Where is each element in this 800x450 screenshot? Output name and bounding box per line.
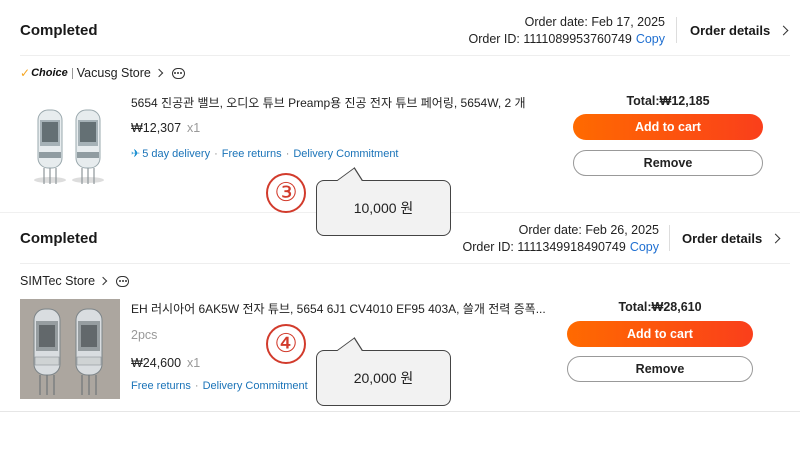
remove-button[interactable]: Remove xyxy=(573,150,763,176)
check-icon: ✓ xyxy=(20,66,31,80)
airplane-icon: ✈ xyxy=(131,148,141,160)
order-details-label: Order details xyxy=(682,231,763,246)
order-details-link[interactable]: Order details xyxy=(682,231,781,246)
order-total: Total:₩28,610 xyxy=(618,300,702,314)
order-status: Completed xyxy=(20,22,98,39)
chevron-right-icon xyxy=(98,276,108,286)
chat-icon[interactable] xyxy=(116,275,130,287)
store-link[interactable]: SIMTec Store xyxy=(20,274,130,288)
order-date: Order date: Feb 17, 2025 xyxy=(524,15,665,29)
choice-badge: ✓ Choice xyxy=(20,66,73,80)
delivery-info: ✈ 5 day delivery · Free returns · Delive… xyxy=(131,147,399,161)
delivery-time[interactable]: 5 day delivery xyxy=(142,148,210,160)
add-to-cart-button[interactable]: Add to cart xyxy=(573,114,763,140)
chevron-right-icon xyxy=(770,233,781,244)
free-returns-link[interactable]: Free returns xyxy=(222,148,282,160)
product-image[interactable] xyxy=(20,299,120,399)
divider xyxy=(669,225,670,251)
order-status: Completed xyxy=(20,230,98,247)
divider xyxy=(20,55,790,56)
item-price: ₩24,600 x1 xyxy=(131,356,200,370)
callout-text: 10,000 원 xyxy=(353,200,414,216)
order-id: Order ID: 1111349918490749 xyxy=(462,240,626,254)
remove-button[interactable]: Remove xyxy=(567,356,753,382)
price-callout: 20,000 원 xyxy=(316,337,451,406)
copy-link[interactable]: Copy xyxy=(630,240,659,254)
callout-text: 20,000 원 xyxy=(353,370,414,386)
chat-icon[interactable] xyxy=(171,67,185,79)
order-details-label: Order details xyxy=(690,23,771,38)
product-title[interactable]: EH 러시아어 6AK5W 전자 튜브, 5654 6J1 CV4010 EF9… xyxy=(131,300,546,317)
product-image[interactable] xyxy=(20,92,120,192)
divider xyxy=(20,263,790,264)
copy-link[interactable]: Copy xyxy=(636,32,665,46)
order-meta: Order date: Feb 17, 2025 Order ID: 11110… xyxy=(468,14,665,48)
price-callout: 10,000 원 xyxy=(316,167,451,236)
order-date: Order date: Feb 26, 2025 xyxy=(518,223,659,237)
number-marker: ③ xyxy=(266,173,306,213)
free-returns-link[interactable]: Free returns xyxy=(131,380,191,392)
choice-label: Choice xyxy=(31,67,68,79)
chevron-right-icon xyxy=(778,25,789,36)
order-total: Total:₩12,185 xyxy=(626,94,710,108)
delivery-commitment-link[interactable]: Delivery Commitment xyxy=(203,380,308,392)
order-id: Order ID: 1111089953760749 xyxy=(468,32,632,46)
store-name: Vacusg Store xyxy=(76,66,151,80)
store-link[interactable]: ✓ Choice Vacusg Store xyxy=(20,66,185,80)
order-meta: Order date: Feb 26, 2025 Order ID: 11113… xyxy=(462,222,659,256)
pack-size: 2pcs xyxy=(131,328,158,342)
price-value: ₩24,600 xyxy=(131,356,182,370)
item-price: ₩12,307 x1 xyxy=(131,121,200,135)
number-marker: ④ xyxy=(266,324,306,364)
divider xyxy=(676,17,677,43)
delivery-info: Free returns · Delivery Commitment xyxy=(131,380,308,392)
chevron-right-icon xyxy=(154,68,164,78)
product-title[interactable]: 5654 진공관 밸브, 오디오 튜브 Preamp용 진공 전자 튜브 페어링… xyxy=(131,94,526,111)
order-details-link[interactable]: Order details xyxy=(690,23,789,38)
quantity: x1 xyxy=(187,121,201,135)
price-value: ₩12,307 xyxy=(131,121,182,135)
store-name: SIMTec Store xyxy=(20,274,96,288)
delivery-commitment-link[interactable]: Delivery Commitment xyxy=(293,148,398,160)
quantity: x1 xyxy=(187,356,201,370)
add-to-cart-button[interactable]: Add to cart xyxy=(567,321,753,347)
